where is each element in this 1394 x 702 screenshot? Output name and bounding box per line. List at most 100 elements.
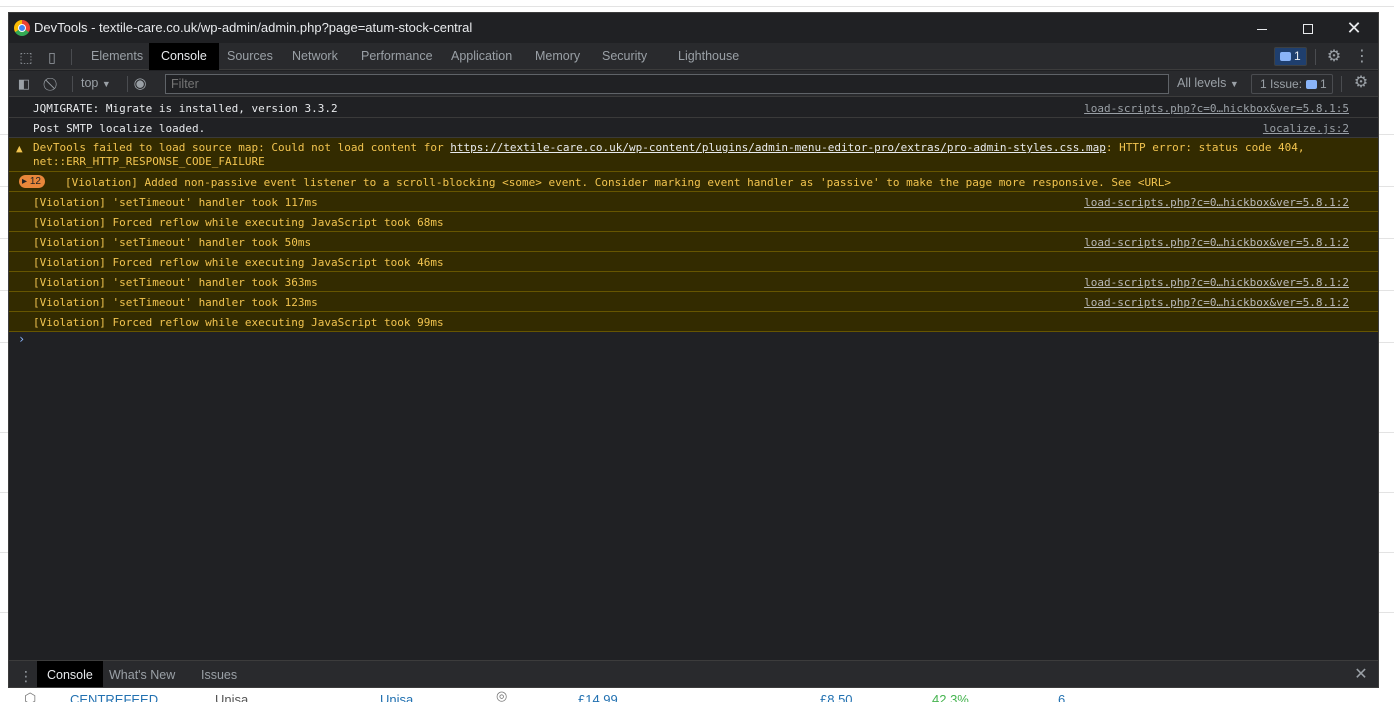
close-icon: ✕ xyxy=(1346,18,1362,38)
more-options-icon[interactable]: ⋮ xyxy=(1353,48,1371,66)
message-bubble-icon xyxy=(1280,52,1291,61)
message-text: [Violation] Forced reflow while executin… xyxy=(33,216,444,229)
bg-divider xyxy=(0,6,1394,7)
console-warning: [Violation] Forced reflow while executin… xyxy=(9,212,1378,232)
message-text: [Violation] Forced reflow while executin… xyxy=(33,316,444,329)
bg-cell-sku[interactable]: CENTREFEED xyxy=(70,692,158,702)
message-text: JQMIGRATE: Migrate is installed, version… xyxy=(33,102,338,115)
warning-icon: ▲ xyxy=(16,142,23,155)
message-source-link[interactable]: load-scripts.php?c=0…hickbox&ver=5.8.1:2 xyxy=(1084,296,1349,309)
context-selector[interactable]: top ▼ xyxy=(81,76,111,90)
window-title: DevTools - textile-care.co.uk/wp-admin/a… xyxy=(34,20,473,35)
message-source-link[interactable]: localize.js:2 xyxy=(1263,122,1349,135)
caret-down-icon: ▼ xyxy=(1229,79,1239,89)
repeat-count-badge: ▸ 12 xyxy=(19,175,45,188)
location-icon: ◎ xyxy=(496,688,508,702)
devtools-window: DevTools - textile-care.co.uk/wp-admin/a… xyxy=(8,12,1379,688)
messages-badge[interactable]: 1 xyxy=(1274,47,1307,66)
console-warning: [Violation] Forced reflow while executin… xyxy=(9,312,1378,332)
toolbar-divider xyxy=(1341,76,1342,92)
console-toolbar: ◧ ⃠ top ▼ ◉ All levels ▼ 1 Issue: 1 ⚙ xyxy=(9,71,1378,97)
chrome-logo-icon xyxy=(14,20,30,36)
caret-down-icon: ▼ xyxy=(101,79,111,89)
repeat-count: 12 xyxy=(29,176,41,187)
console-warning: [Violation] 'setTimeout' handler took 12… xyxy=(9,292,1378,312)
source-map-link[interactable]: https://textile-care.co.uk/wp-content/pl… xyxy=(450,141,1106,154)
title-bar: DevTools - textile-care.co.uk/wp-admin/a… xyxy=(9,13,1378,43)
console-message: JQMIGRATE: Migrate is installed, version… xyxy=(9,98,1378,118)
drawer-tab-issues[interactable]: Issues xyxy=(191,661,247,687)
issues-label: 1 Issue: xyxy=(1260,77,1303,91)
message-source-link[interactable]: load-scripts.php?c=0…hickbox&ver=5.8.1:2 xyxy=(1084,276,1349,289)
bg-cell-cost: £8.50 xyxy=(820,692,853,702)
bg-table-row: ⬡ CENTREFEED Unisa Unisa ◎ £14.99 £8.50 … xyxy=(0,688,1394,702)
bg-cell-stock: 6 xyxy=(1058,692,1066,702)
drawer-tab-whats-new[interactable]: What's New xyxy=(99,661,185,687)
tab-sources[interactable]: Sources xyxy=(215,43,285,70)
minimize-icon xyxy=(1257,28,1267,30)
levels-label: All levels xyxy=(1177,76,1227,90)
tab-elements[interactable]: Elements xyxy=(79,43,155,70)
console-warning: ▲ DevTools failed to load source map: Co… xyxy=(9,138,1378,172)
console-prompt-row[interactable]: › xyxy=(9,332,1378,352)
tab-lighthouse[interactable]: Lighthouse xyxy=(666,43,751,70)
log-levels-dropdown[interactable]: All levels ▼ xyxy=(1177,76,1239,90)
context-label: top xyxy=(81,76,99,90)
bg-cell-margin: 42.3% xyxy=(932,692,969,702)
console-settings-gear-icon[interactable]: ⚙ xyxy=(1352,74,1370,92)
message-text: DevTools failed to load source map: Coul… xyxy=(33,141,1333,169)
message-text: [Violation] 'setTimeout' handler took 11… xyxy=(33,196,318,209)
device-toolbar-icon[interactable]: ▯ xyxy=(43,48,61,66)
tab-performance[interactable]: Performance xyxy=(349,43,445,70)
message-text: [Violation] 'setTimeout' handler took 50… xyxy=(33,236,312,249)
tab-memory[interactable]: Memory xyxy=(523,43,592,70)
console-warning: [Violation] 'setTimeout' handler took 50… xyxy=(9,232,1378,252)
message-text: [Violation] 'setTimeout' handler took 36… xyxy=(33,276,318,289)
bg-cell-brand: Unisa xyxy=(215,692,249,702)
inspect-element-icon[interactable]: ⬚ xyxy=(17,48,35,66)
live-expression-eye-icon[interactable]: ◉ xyxy=(131,75,149,93)
console-prompt-icon: › xyxy=(18,332,26,346)
panel-tab-bar: ⬚ ▯ Elements Console Sources Network Per… xyxy=(9,43,1378,70)
drawer-tab-console[interactable]: Console xyxy=(37,661,103,687)
maximize-button[interactable] xyxy=(1285,13,1331,43)
console-warning: [Violation] 'setTimeout' handler took 36… xyxy=(9,272,1378,292)
clear-console-icon[interactable]: ⃠ xyxy=(44,75,62,93)
message-text: [Violation] Forced reflow while executin… xyxy=(33,256,444,269)
toolbar-divider xyxy=(71,49,72,65)
drawer-menu-icon[interactable]: ⋮ xyxy=(19,667,33,685)
messages-count: 1 xyxy=(1294,49,1301,63)
close-window-button[interactable]: ✕ xyxy=(1331,13,1377,43)
message-source-link[interactable]: load-scripts.php?c=0…hickbox&ver=5.8.1:2 xyxy=(1084,196,1349,209)
tab-network[interactable]: Network xyxy=(280,43,350,70)
tab-console[interactable]: Console xyxy=(149,43,219,70)
toolbar-divider xyxy=(72,76,73,92)
message-source-link[interactable]: load-scripts.php?c=0…hickbox&ver=5.8.1:2 xyxy=(1084,236,1349,249)
drawer-tab-bar: ⋮ Console What's New Issues ✕ xyxy=(9,660,1378,687)
message-source-link[interactable]: load-scripts.php?c=0…hickbox&ver=5.8.1:5 xyxy=(1084,102,1349,115)
console-message: Post SMTP localize loaded. localize.js:2 xyxy=(9,118,1378,138)
message-prefix: DevTools failed to load source map: Coul… xyxy=(33,141,451,154)
message-text: Post SMTP localize loaded. xyxy=(33,122,206,135)
toolbar-divider xyxy=(127,76,128,92)
toolbar-divider xyxy=(1315,49,1316,65)
console-warning: ▸ 12 [Violation] Added non-passive event… xyxy=(9,172,1378,192)
console-output: JQMIGRATE: Migrate is installed, version… xyxy=(9,98,1378,660)
console-warning: [Violation] 'setTimeout' handler took 11… xyxy=(9,192,1378,212)
issue-bubble-icon xyxy=(1306,80,1318,89)
maximize-icon xyxy=(1303,24,1313,35)
console-warning: [Violation] Forced reflow while executin… xyxy=(9,252,1378,272)
bg-cell-price: £14.99 xyxy=(578,692,618,702)
issues-count: 1 xyxy=(1320,77,1327,91)
close-drawer-icon[interactable]: ✕ xyxy=(1352,666,1370,684)
filter-input[interactable] xyxy=(165,74,1169,94)
tab-security[interactable]: Security xyxy=(590,43,659,70)
sidebar-toggle-icon[interactable]: ◧ xyxy=(15,75,33,93)
settings-gear-icon[interactable]: ⚙ xyxy=(1325,48,1343,66)
message-text: [Violation] 'setTimeout' handler took 12… xyxy=(33,296,318,309)
minimize-button[interactable] xyxy=(1239,13,1285,43)
tab-application[interactable]: Application xyxy=(439,43,524,70)
bg-cell-supplier[interactable]: Unisa xyxy=(380,692,413,702)
message-text: [Violation] Added non-passive event list… xyxy=(65,176,1171,189)
issues-button[interactable]: 1 Issue: 1 xyxy=(1251,74,1333,94)
